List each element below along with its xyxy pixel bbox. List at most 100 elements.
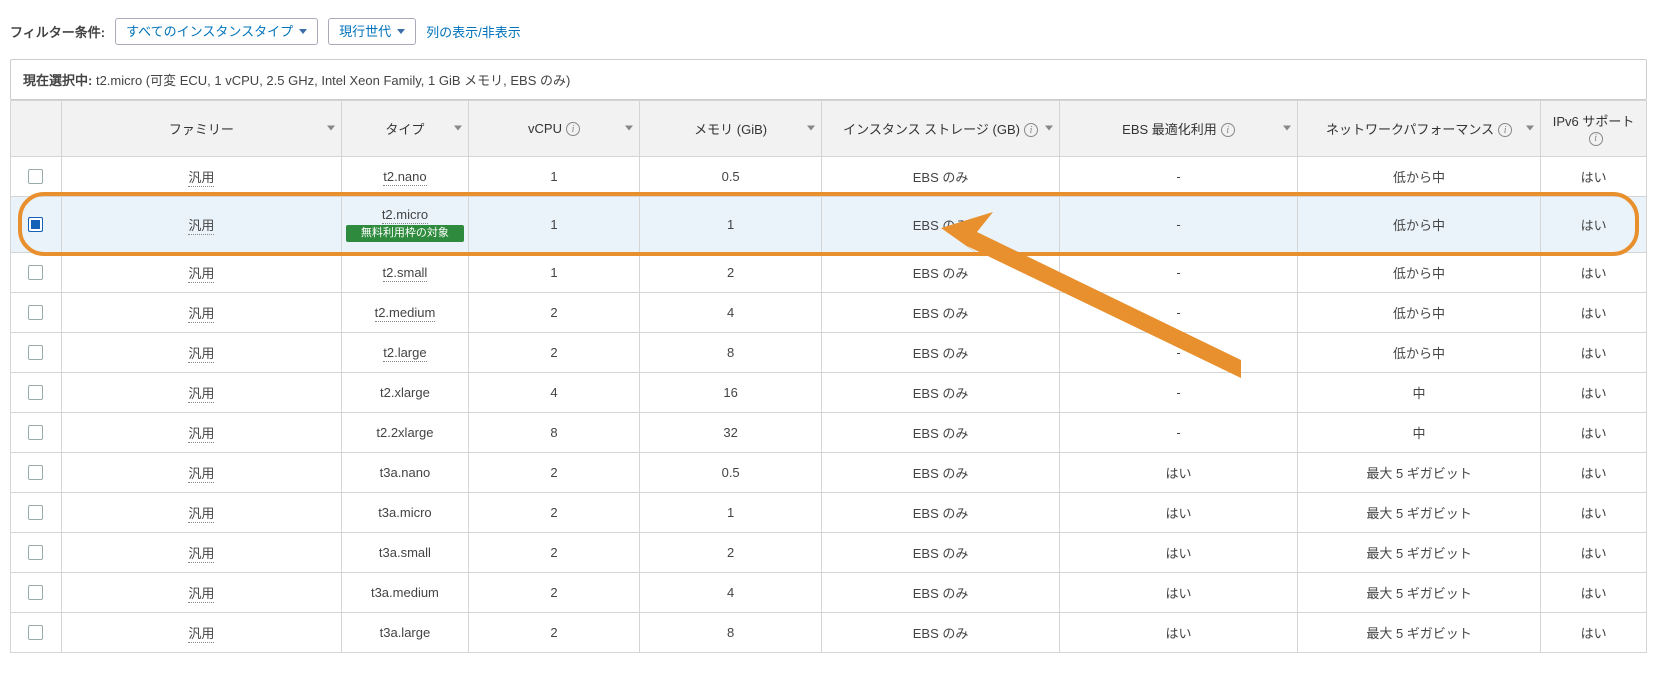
cell-storage: EBS のみ (822, 196, 1060, 252)
cell-select[interactable] (11, 332, 62, 372)
cell-type-text: t3a.large (380, 625, 431, 640)
cell-family-text: 汎用 (188, 386, 214, 403)
cell-family-text: 汎用 (188, 266, 214, 283)
filter-label: フィルター条件: (10, 22, 105, 41)
row-checkbox[interactable] (28, 625, 43, 640)
cell-memory: 2 (640, 252, 822, 292)
cell-network: 最大 5 ギガビット (1297, 492, 1540, 532)
cell-select[interactable] (11, 412, 62, 452)
cell-storage: EBS のみ (822, 412, 1060, 452)
cell-network: 低から中 (1297, 156, 1540, 196)
col-header-storage-label: インスタンス ストレージ (GB) (843, 122, 1020, 137)
cell-family-text: 汎用 (188, 170, 214, 187)
cell-ipv6: はい (1541, 452, 1647, 492)
col-header-ebs[interactable]: EBS 最適化利用 (1060, 101, 1298, 157)
instance-type-dropdown-label: すべてのインスタンスタイプ (126, 25, 293, 38)
row-checkbox[interactable] (28, 465, 43, 480)
cell-ebs: はい (1060, 492, 1298, 532)
row-checkbox[interactable] (28, 169, 43, 184)
cell-ipv6: はい (1541, 292, 1647, 332)
col-header-family[interactable]: ファミリー (61, 101, 341, 157)
row-checkbox[interactable] (28, 425, 43, 440)
row-checkbox[interactable] (28, 585, 43, 600)
cell-type-text: t2.small (383, 265, 428, 282)
col-header-vcpu-label: vCPU (528, 121, 562, 136)
table-row[interactable]: 汎用t2.micro無料利用枠の対象11EBS のみ-低から中はい (11, 196, 1647, 252)
cell-select[interactable] (11, 372, 62, 412)
row-checkbox[interactable] (28, 545, 43, 560)
instance-type-dropdown[interactable]: すべてのインスタンスタイプ (115, 18, 318, 45)
cell-memory: 0.5 (640, 156, 822, 196)
sort-caret-icon (1526, 126, 1534, 131)
instance-type-table: ファミリー タイプ vCPU メモリ (GiB) インスタンス ストレージ (G… (10, 100, 1647, 653)
generation-dropdown-label: 現行世代 (339, 25, 391, 38)
cell-ebs: - (1060, 412, 1298, 452)
columns-toggle-link[interactable]: 列の表示/非表示 (426, 22, 521, 41)
cell-ebs: - (1060, 156, 1298, 196)
row-checkbox[interactable] (28, 265, 43, 280)
cell-select[interactable] (11, 196, 62, 252)
col-header-network-label: ネットワークパフォーマンス (1326, 122, 1494, 137)
cell-type-text: t2.2xlarge (376, 425, 433, 440)
cell-select[interactable] (11, 252, 62, 292)
free-tier-badge: 無料利用枠の対象 (346, 225, 464, 242)
row-checkbox[interactable] (28, 385, 43, 400)
row-checkbox[interactable] (28, 505, 43, 520)
table-row[interactable]: 汎用t3a.nano20.5EBS のみはい最大 5 ギガビットはい (11, 452, 1647, 492)
table-row[interactable]: 汎用t2.medium24EBS のみ-低から中はい (11, 292, 1647, 332)
table-row[interactable]: 汎用t2.nano10.5EBS のみ-低から中はい (11, 156, 1647, 196)
cell-ebs: はい (1060, 452, 1298, 492)
row-checkbox[interactable] (28, 345, 43, 360)
cell-type: t2.xlarge (341, 372, 468, 412)
cell-select[interactable] (11, 532, 62, 572)
cell-ipv6: はい (1541, 532, 1647, 572)
col-header-memory[interactable]: メモリ (GiB) (640, 101, 822, 157)
cell-ipv6: はい (1541, 412, 1647, 452)
col-header-vcpu[interactable]: vCPU (468, 101, 639, 157)
table-row[interactable]: 汎用t3a.medium24EBS のみはい最大 5 ギガビットはい (11, 572, 1647, 612)
cell-type: t3a.nano (341, 452, 468, 492)
selection-banner-text: t2.micro (可変 ECU, 1 vCPU, 2.5 GHz, Intel… (96, 73, 570, 88)
info-icon[interactable] (566, 122, 580, 136)
col-header-ipv6-label: IPv6 サポート (1553, 114, 1635, 129)
cell-family-text: 汎用 (188, 306, 214, 323)
cell-memory: 4 (640, 572, 822, 612)
col-header-type[interactable]: タイプ (341, 101, 468, 157)
col-header-ipv6[interactable]: IPv6 サポート (1541, 101, 1647, 157)
generation-dropdown[interactable]: 現行世代 (328, 18, 416, 45)
cell-network: 最大 5 ギガビット (1297, 532, 1540, 572)
col-header-network[interactable]: ネットワークパフォーマンス (1297, 101, 1540, 157)
cell-ipv6: はい (1541, 332, 1647, 372)
info-icon[interactable] (1589, 132, 1603, 146)
cell-select[interactable] (11, 156, 62, 196)
table-row[interactable]: 汎用t3a.large28EBS のみはい最大 5 ギガビットはい (11, 612, 1647, 652)
table-row[interactable]: 汎用t2.large28EBS のみ-低から中はい (11, 332, 1647, 372)
row-checkbox[interactable] (28, 305, 43, 320)
cell-ebs: はい (1060, 612, 1298, 652)
cell-select[interactable] (11, 612, 62, 652)
info-icon[interactable] (1221, 123, 1235, 137)
cell-ipv6: はい (1541, 492, 1647, 532)
cell-type: t3a.micro (341, 492, 468, 532)
cell-select[interactable] (11, 492, 62, 532)
cell-select[interactable] (11, 572, 62, 612)
cell-storage: EBS のみ (822, 332, 1060, 372)
col-header-storage[interactable]: インスタンス ストレージ (GB) (822, 101, 1060, 157)
info-icon[interactable] (1024, 123, 1038, 137)
cell-vcpu: 8 (468, 412, 639, 452)
table-row[interactable]: 汎用t2.2xlarge832EBS のみ-中はい (11, 412, 1647, 452)
cell-vcpu: 4 (468, 372, 639, 412)
cell-type: t2.medium (341, 292, 468, 332)
cell-storage: EBS のみ (822, 492, 1060, 532)
filter-bar: フィルター条件: すべてのインスタンスタイプ 現行世代 列の表示/非表示 (10, 10, 1647, 59)
info-icon[interactable] (1498, 123, 1512, 137)
row-checkbox[interactable] (28, 217, 43, 232)
table-row[interactable]: 汎用t3a.micro21EBS のみはい最大 5 ギガビットはい (11, 492, 1647, 532)
table-row[interactable]: 汎用t2.xlarge416EBS のみ-中はい (11, 372, 1647, 412)
selection-banner-prefix: 現在選択中: (23, 73, 96, 88)
table-row[interactable]: 汎用t3a.small22EBS のみはい最大 5 ギガビットはい (11, 532, 1647, 572)
table-row[interactable]: 汎用t2.small12EBS のみ-低から中はい (11, 252, 1647, 292)
cell-select[interactable] (11, 292, 62, 332)
cell-type-text: t2.large (383, 345, 426, 362)
cell-select[interactable] (11, 452, 62, 492)
